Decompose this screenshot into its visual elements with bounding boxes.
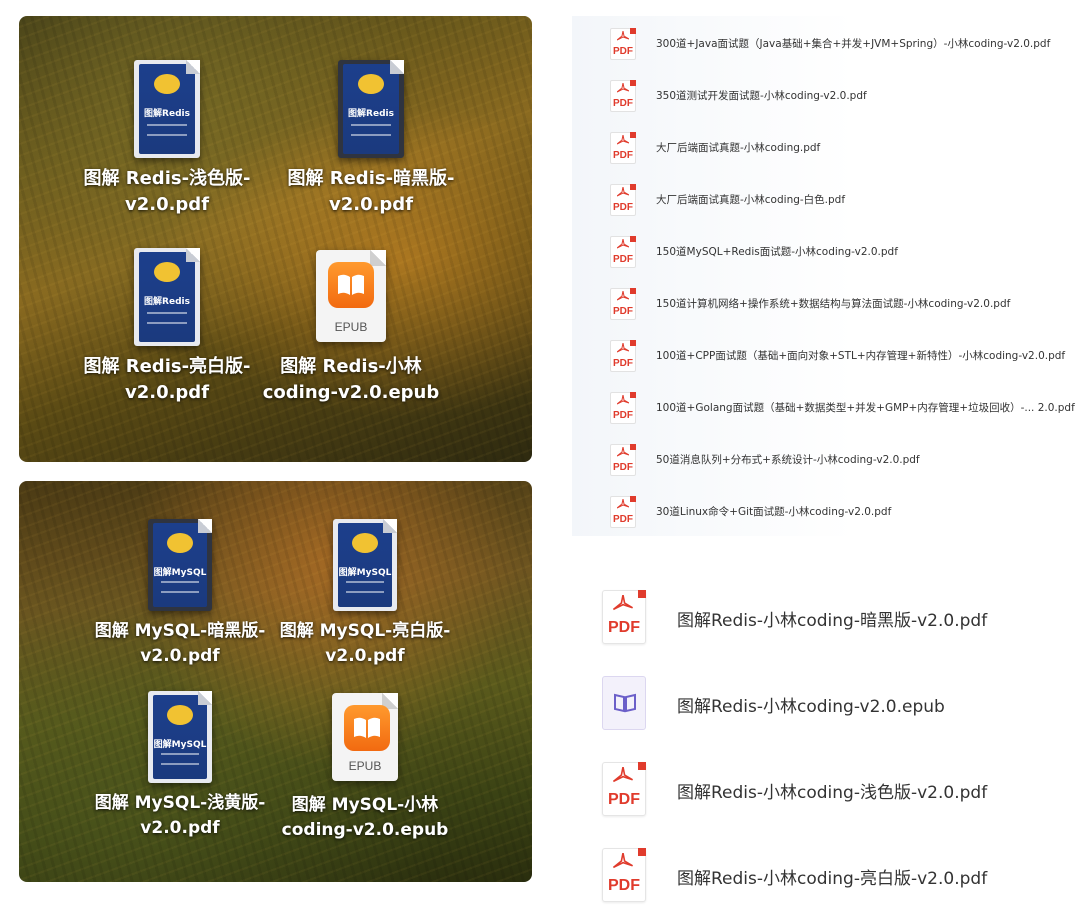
file-row[interactable]: PDF 150道计算机网络+操作系统+数据结构与算法面试题-小林coding-v2… [606,286,1066,326]
books-app-icon: EPUB [316,250,386,342]
file-name: 50道消息队列+分布式+系统设计-小林coding-v2.0.pdf [656,454,920,466]
pdf-icon: PDF [610,496,636,528]
mysql-book-icon: 图解MySQL [148,691,212,783]
file-icon-mysql-epub[interactable]: EPUB 图解 MySQL-小林 coding-v2.0.epub [265,693,465,843]
file-row[interactable]: PDF 100道+CPP面试题（基础+面向对象+STL+内存管理+新特性）-小林c… [606,338,1066,378]
file-row[interactable]: PDF 30道Linux命令+Git面试题-小林coding-v2.0.pdf [606,494,1066,534]
file-row[interactable]: PDF 150道MySQL+Redis面试题-小林coding-v2.0.pdf [606,234,1066,274]
file-label: 图解 Redis-小林 coding-v2.0.epub [262,356,440,403]
file-label: 图解 MySQL-浅黄版- v2.0.pdf [94,793,266,838]
file-name: 图解Redis-小林coding-v2.0.epub [677,697,945,717]
file-icon-mysql-white[interactable]: 图解MySQL 图解 MySQL-亮白版- v2.0.pdf [265,519,465,669]
pdf-icon: PDF [610,184,636,216]
file-icon-redis-light[interactable]: 图解Redis 图解 Redis-浅色版- v2.0.pdf [67,60,267,218]
file-label: 图解 MySQL-小林 coding-v2.0.epub [281,795,449,840]
file-row[interactable]: PDF 大厂后端面试真题-小林coding.pdf [606,130,1066,170]
file-icon-mysql-dark[interactable]: 图解MySQL 图解 MySQL-暗黑版- v2.0.pdf [80,519,280,669]
redis-book-icon: 图解Redis [134,248,200,346]
pdf-icon: PDF [610,132,636,164]
pdf-icon: PDF [610,28,636,60]
pdf-icon: PDF [610,392,636,424]
file-row[interactable]: PDF 300道+Java面试题（Java基础+集合+并发+JVM+Spring）… [606,26,1066,66]
file-name: 大厂后端面试真题-小林coding-白色.pdf [656,194,846,206]
file-name: 30道Linux命令+Git面试题-小林coding-v2.0.pdf [656,506,892,518]
file-name: 100道+Golang面试题（基础+数据类型+并发+GMP+内存管理+垃圾回收）… [656,402,1075,414]
redis-book-icon: 图解Redis [338,60,404,158]
file-name: 300道+Java面试题（Java基础+集合+并发+JVM+Spring）-小林… [656,38,1051,50]
file-label: 图解 MySQL-暗黑版- v2.0.pdf [94,621,266,666]
file-row[interactable]: PDF 大厂后端面试真题-小林coding-白色.pdf [606,182,1066,222]
desktop-mysql: 图解MySQL 图解 MySQL-暗黑版- v2.0.pdf 图解MySQL 图… [19,481,532,882]
file-label: 图解 Redis-亮白版- v2.0.pdf [83,356,251,403]
pdf-icon: PDF [610,80,636,112]
pdf-icon: PDF [610,236,636,268]
pdf-icon: PDF [610,340,636,372]
pdf-icon: PDF [602,590,646,644]
file-row-large[interactable]: PDF 图解Redis-小林coding-暗黑版-v2.0.pdf [600,590,1060,648]
mysql-book-icon: 图解MySQL [333,519,397,611]
file-row[interactable]: PDF 100道+Golang面试题（基础+数据类型+并发+GMP+内存管理+垃圾… [606,390,1075,430]
desktop-redis: 图解Redis 图解 Redis-浅色版- v2.0.pdf 图解Redis 图… [19,16,532,462]
file-row-large[interactable]: PDF 图解Redis-小林coding-浅色版-v2.0.pdf [600,762,1060,820]
file-row-large[interactable]: PDF 图解Redis-小林coding-亮白版-v2.0.pdf [600,848,1060,906]
file-icon-redis-epub[interactable]: EPUB 图解 Redis-小林 coding-v2.0.epub [251,250,451,406]
pdf-icon: PDF [610,288,636,320]
mysql-book-icon: 图解MySQL [148,519,212,611]
file-name: 图解Redis-小林coding-浅色版-v2.0.pdf [677,783,988,803]
file-name: 150道计算机网络+操作系统+数据结构与算法面试题-小林coding-v2.0.… [656,298,1011,310]
file-row[interactable]: PDF 50道消息队列+分布式+系统设计-小林coding-v2.0.pdf [606,442,1066,482]
file-name: 图解Redis-小林coding-亮白版-v2.0.pdf [677,869,988,889]
file-label: 图解 MySQL-亮白版- v2.0.pdf [279,621,451,666]
file-row-large[interactable]: 图解Redis-小林coding-v2.0.epub [600,676,1060,734]
file-name: 150道MySQL+Redis面试题-小林coding-v2.0.pdf [656,246,898,258]
file-icon-redis-dark[interactable]: 图解Redis 图解 Redis-暗黑版- v2.0.pdf [271,60,471,218]
epub-icon [602,676,646,730]
pdf-icon: PDF [602,762,646,816]
file-name: 100道+CPP面试题（基础+面向对象+STL+内存管理+新特性）-小林codi… [656,350,1066,362]
file-name: 图解Redis-小林coding-暗黑版-v2.0.pdf [677,611,988,631]
file-icon-mysql-yellow[interactable]: 图解MySQL 图解 MySQL-浅黄版- v2.0.pdf [80,691,280,841]
pdf-icon: PDF [610,444,636,476]
file-row[interactable]: PDF 350道测试开发面试题-小林coding-v2.0.pdf [606,78,1066,118]
file-label: 图解 Redis-浅色版- v2.0.pdf [83,168,251,215]
file-label: 图解 Redis-暗黑版- v2.0.pdf [287,168,455,215]
file-name: 大厂后端面试真题-小林coding.pdf [656,142,821,154]
books-app-icon: EPUB [332,693,398,781]
redis-book-icon: 图解Redis [134,60,200,158]
file-name: 350道测试开发面试题-小林coding-v2.0.pdf [656,90,867,102]
pdf-icon: PDF [602,848,646,902]
file-icon-redis-white[interactable]: 图解Redis 图解 Redis-亮白版- v2.0.pdf [67,248,267,406]
